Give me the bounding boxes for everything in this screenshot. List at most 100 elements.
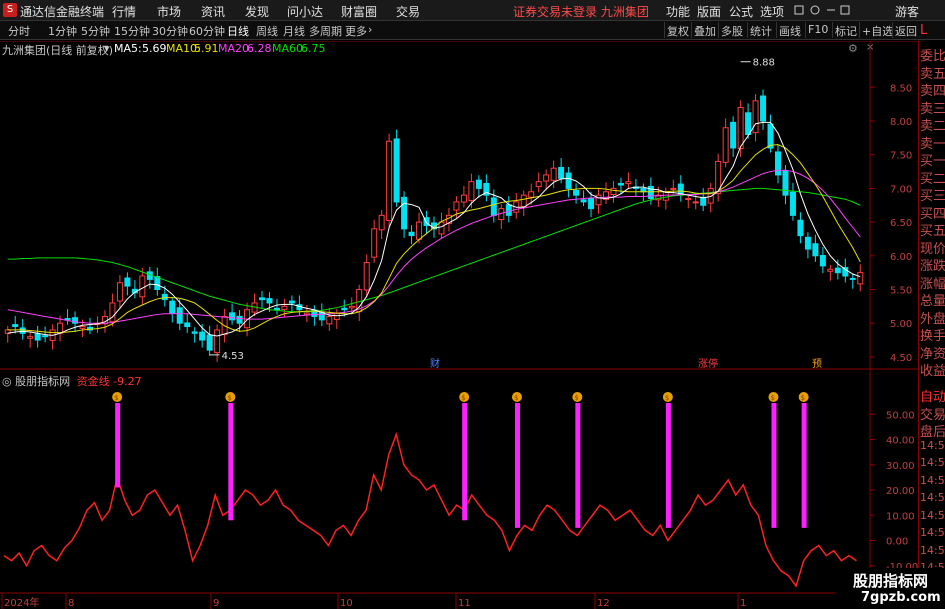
add-favorite-button[interactable]: +自选 xyxy=(859,22,895,38)
money-bag-symbol: $ xyxy=(227,394,231,402)
duogu-button[interactable]: 多股 xyxy=(718,22,745,38)
x-tick-label: 11 xyxy=(458,598,471,609)
watermark: 股朋指标网 7gpzb.com xyxy=(835,568,945,609)
candle-body xyxy=(580,199,587,203)
f10-button[interactable]: F10 xyxy=(805,22,830,38)
candle-body xyxy=(42,335,49,338)
candle-body xyxy=(834,267,841,274)
maximize-icon xyxy=(840,5,850,15)
candle-body xyxy=(363,262,370,291)
menu-shichang[interactable]: 市场 xyxy=(157,3,181,20)
candle-body xyxy=(475,179,482,189)
candle-body xyxy=(34,333,41,341)
candle-body xyxy=(109,302,116,323)
candle-body xyxy=(371,228,378,258)
right-panel-item: 卖三 xyxy=(920,101,945,117)
candle-body xyxy=(752,100,759,134)
right-panel-item: 现价 xyxy=(920,241,945,257)
right-panel-item: 换手 xyxy=(920,329,945,344)
money-bag-symbol: $ xyxy=(770,394,774,402)
candle-body xyxy=(199,331,206,341)
candle-body xyxy=(64,318,71,321)
menu-gongneng[interactable]: 功能 xyxy=(666,3,690,20)
menu-xuanxiang[interactable]: 选项 xyxy=(760,3,784,20)
candle-body xyxy=(685,198,692,201)
candle-body xyxy=(139,275,146,298)
candle-body xyxy=(453,201,460,211)
right-panel-item: 买四 xyxy=(920,206,945,222)
candle-body xyxy=(288,300,295,304)
candle-body xyxy=(573,189,580,196)
candle-body xyxy=(273,307,280,311)
fund-line xyxy=(3,431,857,588)
tab-rixian[interactable]: 日线 xyxy=(227,23,249,39)
tab-15min[interactable]: 15分钟 xyxy=(114,23,150,39)
candle-body xyxy=(737,107,744,149)
circle-icon: ◎ xyxy=(2,375,12,388)
candle-body xyxy=(617,182,624,186)
tab-30min[interactable]: 30分钟 xyxy=(152,23,188,39)
menu-gongshi[interactable]: 公式 xyxy=(729,3,753,20)
right-panel-item: 外盘 xyxy=(920,311,945,327)
tab-yuexian[interactable]: 月线 xyxy=(283,23,305,39)
candle-body xyxy=(124,277,131,287)
money-bag-symbol: $ xyxy=(514,394,518,402)
right-panel-item: 14:56 xyxy=(920,491,945,504)
login-notice[interactable]: 证券交易未登录 九洲集团 xyxy=(513,3,649,20)
candle-body xyxy=(662,191,669,201)
tab-fenshi[interactable]: 分时 xyxy=(8,23,30,39)
x-tick-label: 2024年 xyxy=(4,596,39,609)
candle-body xyxy=(857,272,864,285)
menu-jiaoyi[interactable]: 交易 xyxy=(396,3,420,20)
menu-zixun[interactable]: 资讯 xyxy=(201,3,225,20)
candle-body xyxy=(408,231,415,237)
y-tick-label: 6.00 xyxy=(890,252,912,263)
candle-body xyxy=(341,307,348,311)
tab-5min[interactable]: 5分钟 xyxy=(81,23,110,39)
menu-wenxiaoda[interactable]: 问小达 xyxy=(287,3,323,20)
candle-body xyxy=(386,140,393,222)
candle-body xyxy=(775,151,781,176)
guest-button[interactable]: 游客 xyxy=(895,3,919,20)
back-button[interactable]: 返回 xyxy=(892,22,919,38)
menu-caifuquan[interactable]: 财富圈 xyxy=(341,3,377,20)
right-panel-item: 净资 xyxy=(920,346,945,362)
menu-faxian[interactable]: 发现 xyxy=(245,3,269,20)
candle-body xyxy=(57,322,64,334)
tab-duozhouqi[interactable]: 多周期 xyxy=(309,23,342,39)
right-info-panel: L 委比 卖五 卖四 卖三 卖二 卖一 买一 买二 买三 买四 买五 现价 涨跌 涨幅 总量 外盘 换手 净资 收益… xyxy=(918,23,945,609)
candle-body xyxy=(543,174,550,182)
diejia-button[interactable]: 叠加 xyxy=(691,22,718,38)
fuquan-button[interactable]: 复权 xyxy=(664,22,691,38)
y-tick-label: 8.50 xyxy=(890,83,912,94)
money-bag-symbol: $ xyxy=(574,394,578,402)
menu-hangqing[interactable]: 行情 xyxy=(112,3,136,20)
candle-body xyxy=(550,167,557,181)
y-tick-label: 4.50 xyxy=(890,353,912,364)
candle-body xyxy=(393,138,400,203)
menu-banmian[interactable]: 版面 xyxy=(697,3,721,20)
tab-60min[interactable]: 60分钟 xyxy=(189,23,225,39)
money-bag-symbol: $ xyxy=(461,394,465,402)
huaxian-button[interactable]: 画线 xyxy=(776,22,803,38)
candle-body xyxy=(588,198,595,210)
right-panel-item: 卖五 xyxy=(920,66,945,82)
signal-bar xyxy=(771,403,777,528)
candle-body xyxy=(767,123,774,149)
tab-1min[interactable]: 1分钟 xyxy=(48,23,77,39)
tongji-button[interactable]: 统计 xyxy=(747,22,774,38)
tab-more[interactable]: 更多 xyxy=(345,23,367,39)
biaoji-button[interactable]: 标记 xyxy=(832,22,859,38)
chevron-right-icon[interactable]: › xyxy=(368,23,372,36)
candle-body xyxy=(528,191,535,198)
candle-body xyxy=(191,331,198,334)
tab-zhouxian[interactable]: 周线 xyxy=(256,23,278,39)
signal-bar xyxy=(462,403,468,521)
candle-body xyxy=(797,219,804,237)
candle-body xyxy=(812,243,819,257)
kline-chart[interactable]: $ $ $ $ $ $ $ $ 8.50 8.00 7.50 7.00 6.50 6.00 5.50 5.0… xyxy=(0,41,918,609)
candle-body xyxy=(760,95,767,122)
signal-bar xyxy=(514,403,520,528)
money-bag-symbol: $ xyxy=(114,394,118,402)
app-logo-icon: S xyxy=(3,3,17,17)
